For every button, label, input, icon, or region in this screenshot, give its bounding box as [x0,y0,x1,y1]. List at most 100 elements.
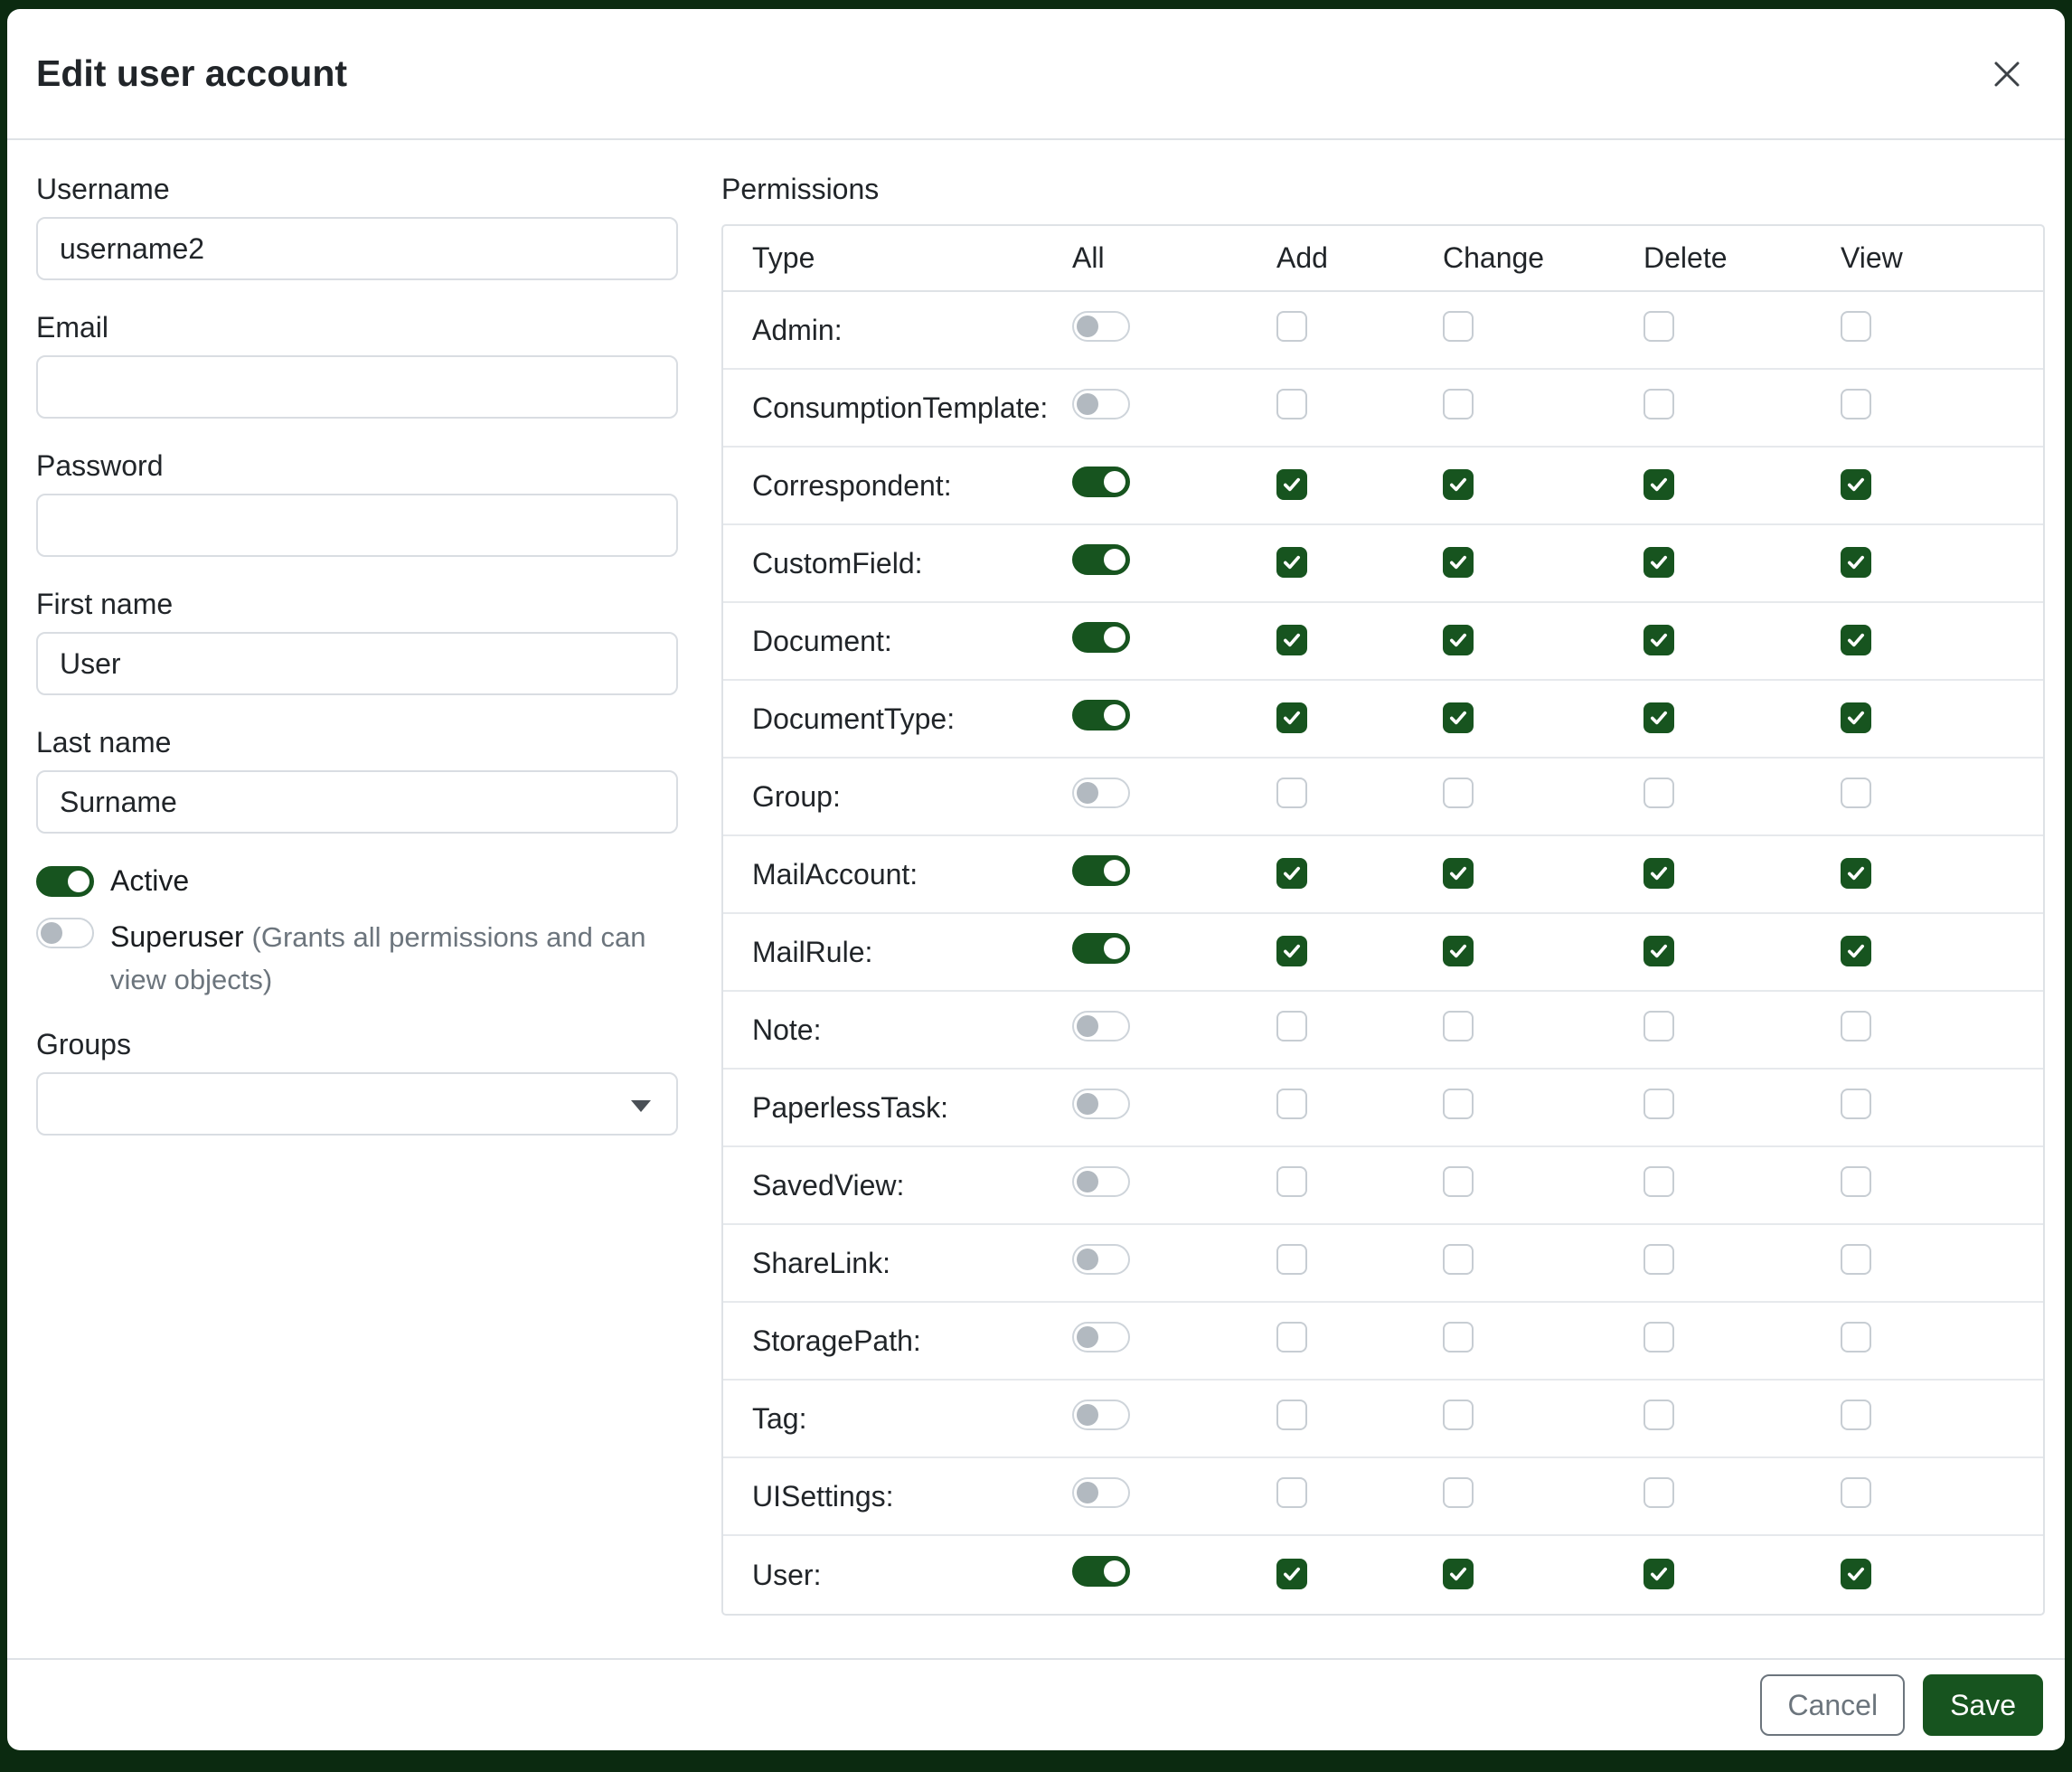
permission-view-checkbox[interactable] [1841,389,1871,419]
permission-view-checkbox[interactable] [1841,1166,1871,1197]
superuser-text: Superuser (Grants all permissions and ca… [110,916,678,1001]
permission-all-toggle[interactable] [1072,700,1130,730]
active-toggle[interactable] [36,866,94,897]
groups-select[interactable] [36,1072,678,1136]
permission-delete-checkbox[interactable] [1643,311,1674,342]
permission-all-toggle[interactable] [1072,1166,1130,1197]
permission-delete-checkbox[interactable] [1643,778,1674,808]
permission-change-checkbox[interactable] [1443,547,1474,578]
permission-delete-checkbox[interactable] [1643,1400,1674,1430]
permission-delete-checkbox[interactable] [1643,936,1674,966]
permission-view-checkbox[interactable] [1841,936,1871,966]
permission-delete-checkbox[interactable] [1643,625,1674,655]
toggle-knob [1104,1560,1125,1582]
permission-all-toggle[interactable] [1072,1400,1130,1430]
permission-add-checkbox[interactable] [1276,936,1307,966]
permission-add-checkbox[interactable] [1276,858,1307,889]
permission-change-checkbox[interactable] [1443,1166,1474,1197]
permission-all-toggle[interactable] [1072,622,1130,653]
permission-all-toggle[interactable] [1072,778,1130,808]
permission-delete-checkbox[interactable] [1643,1011,1674,1042]
permission-view-checkbox[interactable] [1841,1244,1871,1275]
permission-view-checkbox[interactable] [1841,311,1871,342]
permission-view-checkbox[interactable] [1841,1400,1871,1430]
permission-delete-checkbox[interactable] [1643,1166,1674,1197]
permission-add-checkbox[interactable] [1276,1011,1307,1042]
permission-delete-checkbox[interactable] [1643,1559,1674,1589]
permission-change-checkbox[interactable] [1443,778,1474,808]
save-button[interactable]: Save [1923,1674,2043,1736]
password-field[interactable] [36,494,678,557]
permission-delete-checkbox[interactable] [1643,1477,1674,1508]
permission-delete-checkbox[interactable] [1643,1089,1674,1119]
last-name-field[interactable] [36,770,678,834]
permission-all-toggle[interactable] [1072,311,1130,342]
username-group: Username [36,173,678,280]
close-button[interactable] [1982,49,2032,99]
permission-add-checkbox[interactable] [1276,778,1307,808]
permission-delete-checkbox[interactable] [1643,1322,1674,1353]
permission-all-toggle[interactable] [1072,1011,1130,1042]
permission-all-toggle[interactable] [1072,1556,1130,1587]
permission-change-checkbox[interactable] [1443,936,1474,966]
cancel-button[interactable]: Cancel [1760,1674,1905,1736]
permission-all-toggle[interactable] [1072,933,1130,964]
permission-delete-checkbox[interactable] [1643,547,1674,578]
permission-delete-checkbox[interactable] [1643,1244,1674,1275]
permission-add-checkbox[interactable] [1276,389,1307,419]
permission-delete-checkbox[interactable] [1643,469,1674,500]
permission-change-checkbox[interactable] [1443,1089,1474,1119]
permission-view-checkbox[interactable] [1841,547,1871,578]
permission-view-checkbox[interactable] [1841,858,1871,889]
permission-add-checkbox[interactable] [1276,1166,1307,1197]
permission-all-toggle[interactable] [1072,1477,1130,1508]
permission-view-checkbox[interactable] [1841,1011,1871,1042]
permission-delete-checkbox[interactable] [1643,389,1674,419]
permission-add-checkbox[interactable] [1276,702,1307,733]
permission-view-checkbox[interactable] [1841,469,1871,500]
permission-view-checkbox[interactable] [1841,1322,1871,1353]
permission-change-checkbox[interactable] [1443,1559,1474,1589]
permission-all-toggle[interactable] [1072,1089,1130,1119]
permission-view-checkbox[interactable] [1841,1089,1871,1119]
permission-all-toggle[interactable] [1072,389,1130,419]
permission-view-checkbox[interactable] [1841,625,1871,655]
permission-all-toggle[interactable] [1072,544,1130,575]
permission-change-checkbox[interactable] [1443,1322,1474,1353]
permission-add-checkbox[interactable] [1276,1477,1307,1508]
permission-add-checkbox[interactable] [1276,469,1307,500]
permission-add-checkbox[interactable] [1276,625,1307,655]
toggle-knob [1104,860,1125,881]
permission-add-checkbox[interactable] [1276,1244,1307,1275]
permission-change-checkbox[interactable] [1443,469,1474,500]
permission-delete-checkbox[interactable] [1643,702,1674,733]
permission-add-checkbox[interactable] [1276,1322,1307,1353]
permission-add-checkbox[interactable] [1276,547,1307,578]
permission-view-checkbox[interactable] [1841,778,1871,808]
permission-change-checkbox[interactable] [1443,1400,1474,1430]
permission-add-checkbox[interactable] [1276,1089,1307,1119]
permission-all-toggle[interactable] [1072,1244,1130,1275]
permission-change-checkbox[interactable] [1443,389,1474,419]
permission-change-checkbox[interactable] [1443,1244,1474,1275]
permission-add-checkbox[interactable] [1276,1559,1307,1589]
username-field[interactable] [36,217,678,280]
permission-change-checkbox[interactable] [1443,311,1474,342]
first-name-field[interactable] [36,632,678,695]
permission-change-checkbox[interactable] [1443,1011,1474,1042]
permission-all-toggle[interactable] [1072,855,1130,886]
permission-change-checkbox[interactable] [1443,858,1474,889]
permission-view-checkbox[interactable] [1841,1559,1871,1589]
permission-delete-checkbox[interactable] [1643,858,1674,889]
permission-add-checkbox[interactable] [1276,311,1307,342]
permission-view-checkbox[interactable] [1841,1477,1871,1508]
superuser-toggle[interactable] [36,918,94,948]
permission-change-checkbox[interactable] [1443,625,1474,655]
permission-add-checkbox[interactable] [1276,1400,1307,1430]
email-field[interactable] [36,355,678,419]
permission-all-toggle[interactable] [1072,1322,1130,1353]
permission-change-checkbox[interactable] [1443,702,1474,733]
permission-all-toggle[interactable] [1072,467,1130,497]
permission-change-checkbox[interactable] [1443,1477,1474,1508]
permission-view-checkbox[interactable] [1841,702,1871,733]
